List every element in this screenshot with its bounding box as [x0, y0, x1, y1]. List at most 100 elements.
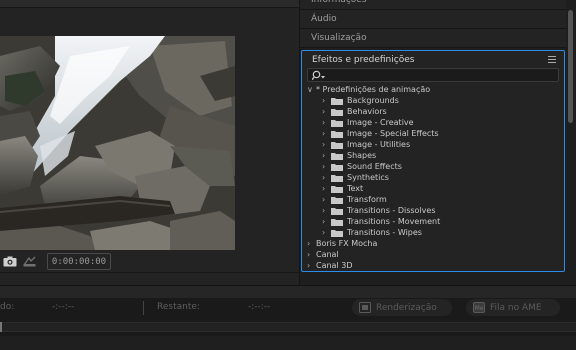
folder-icon [331, 219, 343, 226]
preset-folder[interactable]: › Transitions - Wipes [302, 227, 564, 238]
bottom-strip [0, 336, 576, 350]
chevron-right-icon[interactable]: › [322, 161, 328, 172]
remaining-value: -:--:-- [248, 302, 271, 312]
status-divider [143, 301, 144, 315]
preset-folder[interactable]: › Image - Special Effects [302, 128, 564, 139]
chevron-right-icon[interactable]: › [322, 106, 328, 117]
preset-folder[interactable]: › Synthetics [302, 172, 564, 183]
chevron-right-icon[interactable]: › [322, 139, 328, 150]
render-progress-marker [0, 322, 2, 332]
composition-preview[interactable] [0, 36, 235, 250]
preset-folder[interactable]: › Shapes [302, 150, 564, 161]
effects-presets-panel: Efeitos e predefinições ∨ * Predefinições… [301, 50, 565, 272]
render-button-label: Renderização [376, 302, 437, 313]
tree-item-label: Sound Effects [347, 162, 402, 171]
panel-tab-visualizacao[interactable]: Visualização [300, 29, 566, 48]
folder-icon [331, 120, 343, 127]
chevron-right-icon[interactable]: › [322, 172, 328, 183]
effects-category[interactable]: ∨ * Predefinições de animação [302, 84, 564, 95]
tree-item-label: Behaviors [347, 107, 387, 116]
panel-stack: Informações Áudio Visualização Efeitos e… [299, 0, 576, 285]
render-progress-bar [0, 322, 576, 332]
search-icon [312, 70, 325, 81]
folder-icon [331, 186, 343, 193]
panel-scrollbar[interactable] [568, 10, 573, 123]
folder-icon [331, 153, 343, 160]
chevron-right-icon[interactable]: › [307, 238, 313, 249]
preset-folder[interactable]: › Image - Creative [302, 117, 564, 128]
preset-folder[interactable]: › Backgrounds [302, 95, 564, 106]
elapsed-value: -:--:-- [52, 302, 75, 312]
chevron-right-icon[interactable]: › [322, 227, 328, 238]
add-to-ame-queue-button[interactable]: Me Fila no AME [466, 299, 560, 316]
tree-item-label: Canal [316, 250, 339, 259]
preset-folder[interactable]: › Behaviors [302, 106, 564, 117]
svg-text:Me: Me [475, 305, 484, 312]
waterfall-image [0, 36, 235, 250]
folder-icon [331, 208, 343, 215]
render-button[interactable]: Renderização [352, 299, 452, 316]
tree-item-label: Synthetics [347, 173, 389, 182]
timecode-display[interactable]: 0:00:00:00 [47, 253, 111, 270]
chevron-right-icon[interactable]: › [322, 194, 328, 205]
render-icon [359, 302, 371, 313]
effects-category[interactable]: › Canal [302, 249, 564, 260]
chevron-right-icon[interactable]: › [307, 260, 313, 271]
panel-tab-informacoes[interactable]: Informações [300, 0, 566, 10]
render-queue-bar: do: -:--:-- Restante: -:--:-- Renderizaç… [0, 285, 576, 350]
preset-folder[interactable]: › Transform [302, 194, 564, 205]
effects-search-field[interactable] [307, 68, 559, 82]
tree-item-label: Canal 3D [316, 261, 353, 270]
tree-item-label: Text [347, 184, 364, 193]
tree-item-label: Transitions - Wipes [347, 228, 422, 237]
elapsed-label: do: [0, 302, 15, 312]
effects-category[interactable]: › Boris FX Mocha [302, 238, 564, 249]
chevron-right-icon[interactable]: › [322, 117, 328, 128]
tree-item-label: Image - Creative [347, 118, 414, 127]
chevron-right-icon[interactable]: › [322, 95, 328, 106]
tree-item-label: * Predefinições de animação [316, 85, 431, 94]
tree-item-label: Transitions - Movement [347, 217, 441, 226]
remaining-label: Restante: [157, 302, 200, 312]
tree-item-label: Image - Utilities [347, 140, 411, 149]
folder-icon [331, 142, 343, 149]
tree-item-label: Transform [347, 195, 387, 204]
preset-folder[interactable]: › Sound Effects [302, 161, 564, 172]
tree-item-label: Boris FX Mocha [316, 239, 378, 248]
preset-folder[interactable]: › Image - Utilities [302, 139, 564, 150]
preset-folder[interactable]: › Text [302, 183, 564, 194]
monitor-header [0, 0, 299, 8]
chevron-right-icon[interactable]: › [307, 249, 313, 260]
preset-folder[interactable]: › Transitions - Dissolves [302, 205, 564, 216]
folder-icon [331, 98, 343, 105]
tree-item-label: Backgrounds [347, 96, 399, 105]
preset-folder[interactable]: › Transitions - Movement [302, 216, 564, 227]
folder-icon [331, 164, 343, 171]
effects-category[interactable]: › Canal 3D [302, 260, 564, 271]
chevron-right-icon[interactable]: › [322, 128, 328, 139]
panel-menu-icon[interactable] [548, 56, 556, 63]
chevron-right-icon[interactable]: › [322, 216, 328, 227]
chevron-right-icon[interactable]: › [322, 183, 328, 194]
folder-icon [331, 230, 343, 237]
chevron-down-icon[interactable]: ∨ [307, 84, 313, 95]
render-queue-header [0, 286, 576, 298]
folder-icon [331, 175, 343, 182]
composition-monitor: 0:00:00:00 [0, 0, 299, 285]
tree-item-label: Transitions - Dissolves [347, 206, 436, 215]
camera-icon[interactable] [3, 256, 17, 267]
folder-icon [331, 109, 343, 116]
effects-search-input[interactable] [328, 69, 554, 81]
panel-tab-audio[interactable]: Áudio [300, 10, 566, 29]
monitor-divider [0, 272, 299, 273]
monitor-controls: 0:00:00:00 [0, 253, 299, 271]
chevron-right-icon[interactable]: › [322, 150, 328, 161]
media-encoder-icon: Me [473, 302, 485, 313]
effects-panel-title[interactable]: Efeitos e predefinições [312, 55, 414, 65]
ame-button-label: Fila no AME [490, 302, 542, 313]
folder-icon [331, 131, 343, 138]
folder-icon [331, 197, 343, 204]
tree-item-label: Shapes [347, 151, 377, 160]
chevron-right-icon[interactable]: › [322, 205, 328, 216]
snapshot-show-icon[interactable] [23, 256, 36, 267]
